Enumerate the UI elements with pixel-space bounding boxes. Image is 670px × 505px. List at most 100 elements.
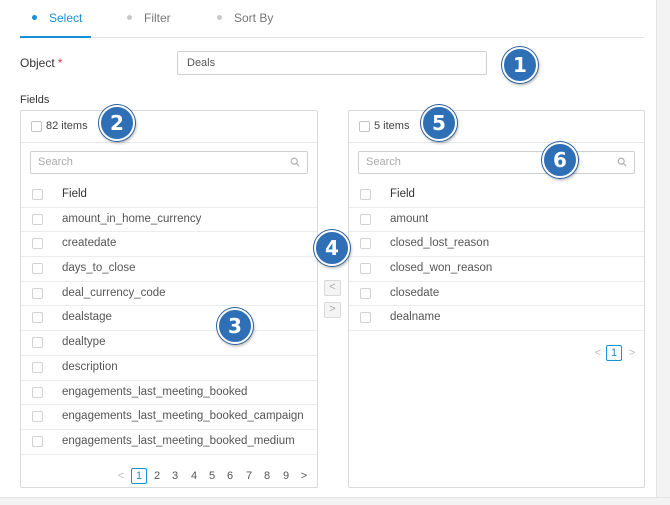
item-count: 82 items [46,120,88,132]
row-checkbox[interactable] [360,238,371,250]
page-button[interactable]: 2 [149,468,165,484]
pagination: < 1 > [592,345,642,361]
field-list: Field amount closed_lost_reason closed_w… [349,183,644,332]
row-checkbox[interactable] [360,263,371,275]
required-mark: * [57,56,63,70]
field-name: closedate [390,286,440,299]
bottom-edge [0,497,670,505]
object-input[interactable]: Deals [177,51,487,75]
header-checkbox[interactable] [360,189,371,200]
tab-filter-label: Filter [144,11,171,25]
search-placeholder: Search [366,156,401,168]
row-checkbox[interactable] [32,287,43,299]
field-name: engagements_last_meeting_booked_campaign [62,410,304,423]
row-checkbox[interactable] [32,238,43,250]
page-button[interactable]: 4 [186,468,202,484]
list-header: Field [21,183,317,208]
callout-marker: 4 [314,230,350,266]
row-checkbox[interactable] [32,337,43,349]
row-checkbox[interactable] [32,386,43,398]
item-count: 5 items [374,120,410,132]
row-checkbox[interactable] [32,411,43,423]
list-item[interactable]: closed_lost_reason [349,232,644,258]
field-name: engagements_last_meeting_booked [62,385,248,398]
page-button[interactable]: 6 [222,468,238,484]
list-item[interactable]: deal_currency_code [21,282,317,307]
callout-marker: 2 [99,105,135,141]
tab-select-label: Select [49,11,83,25]
move-right-button[interactable]: > [324,302,341,318]
field-name: closed_won_reason [390,262,493,275]
field-name: dealtype [62,336,106,349]
field-name: createdate [62,237,117,250]
field-name: days_to_close [62,262,136,275]
callout-marker: 3 [217,308,253,344]
tab-sort-by[interactable]: Sort By [217,11,273,38]
list-item[interactable]: dealstage [21,306,317,332]
column-header: Field [390,188,415,200]
page-button[interactable]: 1 [131,468,147,484]
callout-marker: 5 [421,105,457,141]
callout-marker: 6 [542,142,578,178]
field-name: amount [390,212,429,225]
list-item[interactable]: engagements_last_meeting_booked_medium [21,430,317,455]
selected-fields-panel: 5 items Search Field amount closed_lost_… [348,110,645,488]
row-checkbox[interactable] [32,213,43,225]
next-page-button[interactable]: > [626,345,638,361]
tab-filter[interactable]: Filter [127,11,171,38]
list-item[interactable]: closedate [349,282,644,307]
list-item[interactable]: dealname [349,306,644,332]
search-input[interactable]: Search [30,151,308,174]
list-item[interactable]: engagements_last_meeting_booked [21,381,317,406]
row-checkbox[interactable] [360,287,371,299]
next-page-button[interactable]: > [298,468,310,484]
page-button[interactable]: 3 [167,468,183,484]
row-checkbox[interactable] [32,435,43,447]
page-button[interactable]: 9 [278,468,294,484]
callout-marker: 1 [502,47,538,83]
row-checkbox[interactable] [32,361,43,373]
search-icon [290,157,300,167]
panel-header: 5 items [349,111,644,143]
pagination: < 1 2 3 4 5 6 7 8 9 > [115,468,315,484]
page-button[interactable]: 5 [204,468,220,484]
search-input[interactable]: Search [358,151,635,174]
page-button[interactable]: 7 [241,468,257,484]
select-all-checkbox[interactable] [359,121,370,132]
panel-header: 82 items [21,111,317,143]
field-name: dealname [390,311,441,324]
list-item[interactable]: closed_won_reason [349,257,644,282]
object-label: Object * [20,56,62,70]
list-item[interactable]: days_to_close [21,257,317,282]
field-name: closed_lost_reason [390,237,490,250]
prev-page-button[interactable]: < [592,345,604,361]
row-checkbox[interactable] [360,312,371,324]
search-placeholder: Search [38,156,73,168]
row-checkbox[interactable] [32,263,43,275]
list-item[interactable]: createdate [21,232,317,258]
list-item[interactable]: dealtype [21,331,317,356]
prev-page-button[interactable]: < [115,468,127,484]
header-checkbox[interactable] [32,189,43,200]
field-name: deal_currency_code [62,286,166,299]
page-button[interactable]: 1 [606,345,622,361]
tab-select[interactable]: Select [20,11,91,38]
row-checkbox[interactable] [32,312,43,324]
tab-dot-icon [127,15,132,21]
list-item[interactable]: amount_in_home_currency [21,208,317,233]
field-name: engagements_last_meeting_booked_medium [62,434,295,447]
fields-label: Fields [20,94,50,106]
list-item[interactable]: engagements_last_meeting_booked_campaign [21,405,317,430]
tab-dot-icon [32,15,37,21]
object-label-text: Object [20,56,55,70]
field-name: dealstage [62,311,112,324]
move-left-button[interactable]: < [324,280,341,296]
tab-sort-by-label: Sort By [234,11,274,25]
tab-bar: Select Filter Sort By [20,0,644,38]
page-button[interactable]: 8 [259,468,275,484]
row-checkbox[interactable] [360,213,371,225]
list-item[interactable]: amount [349,208,644,233]
select-all-checkbox[interactable] [31,121,42,132]
column-header: Field [62,188,87,200]
list-item[interactable]: description [21,356,317,381]
